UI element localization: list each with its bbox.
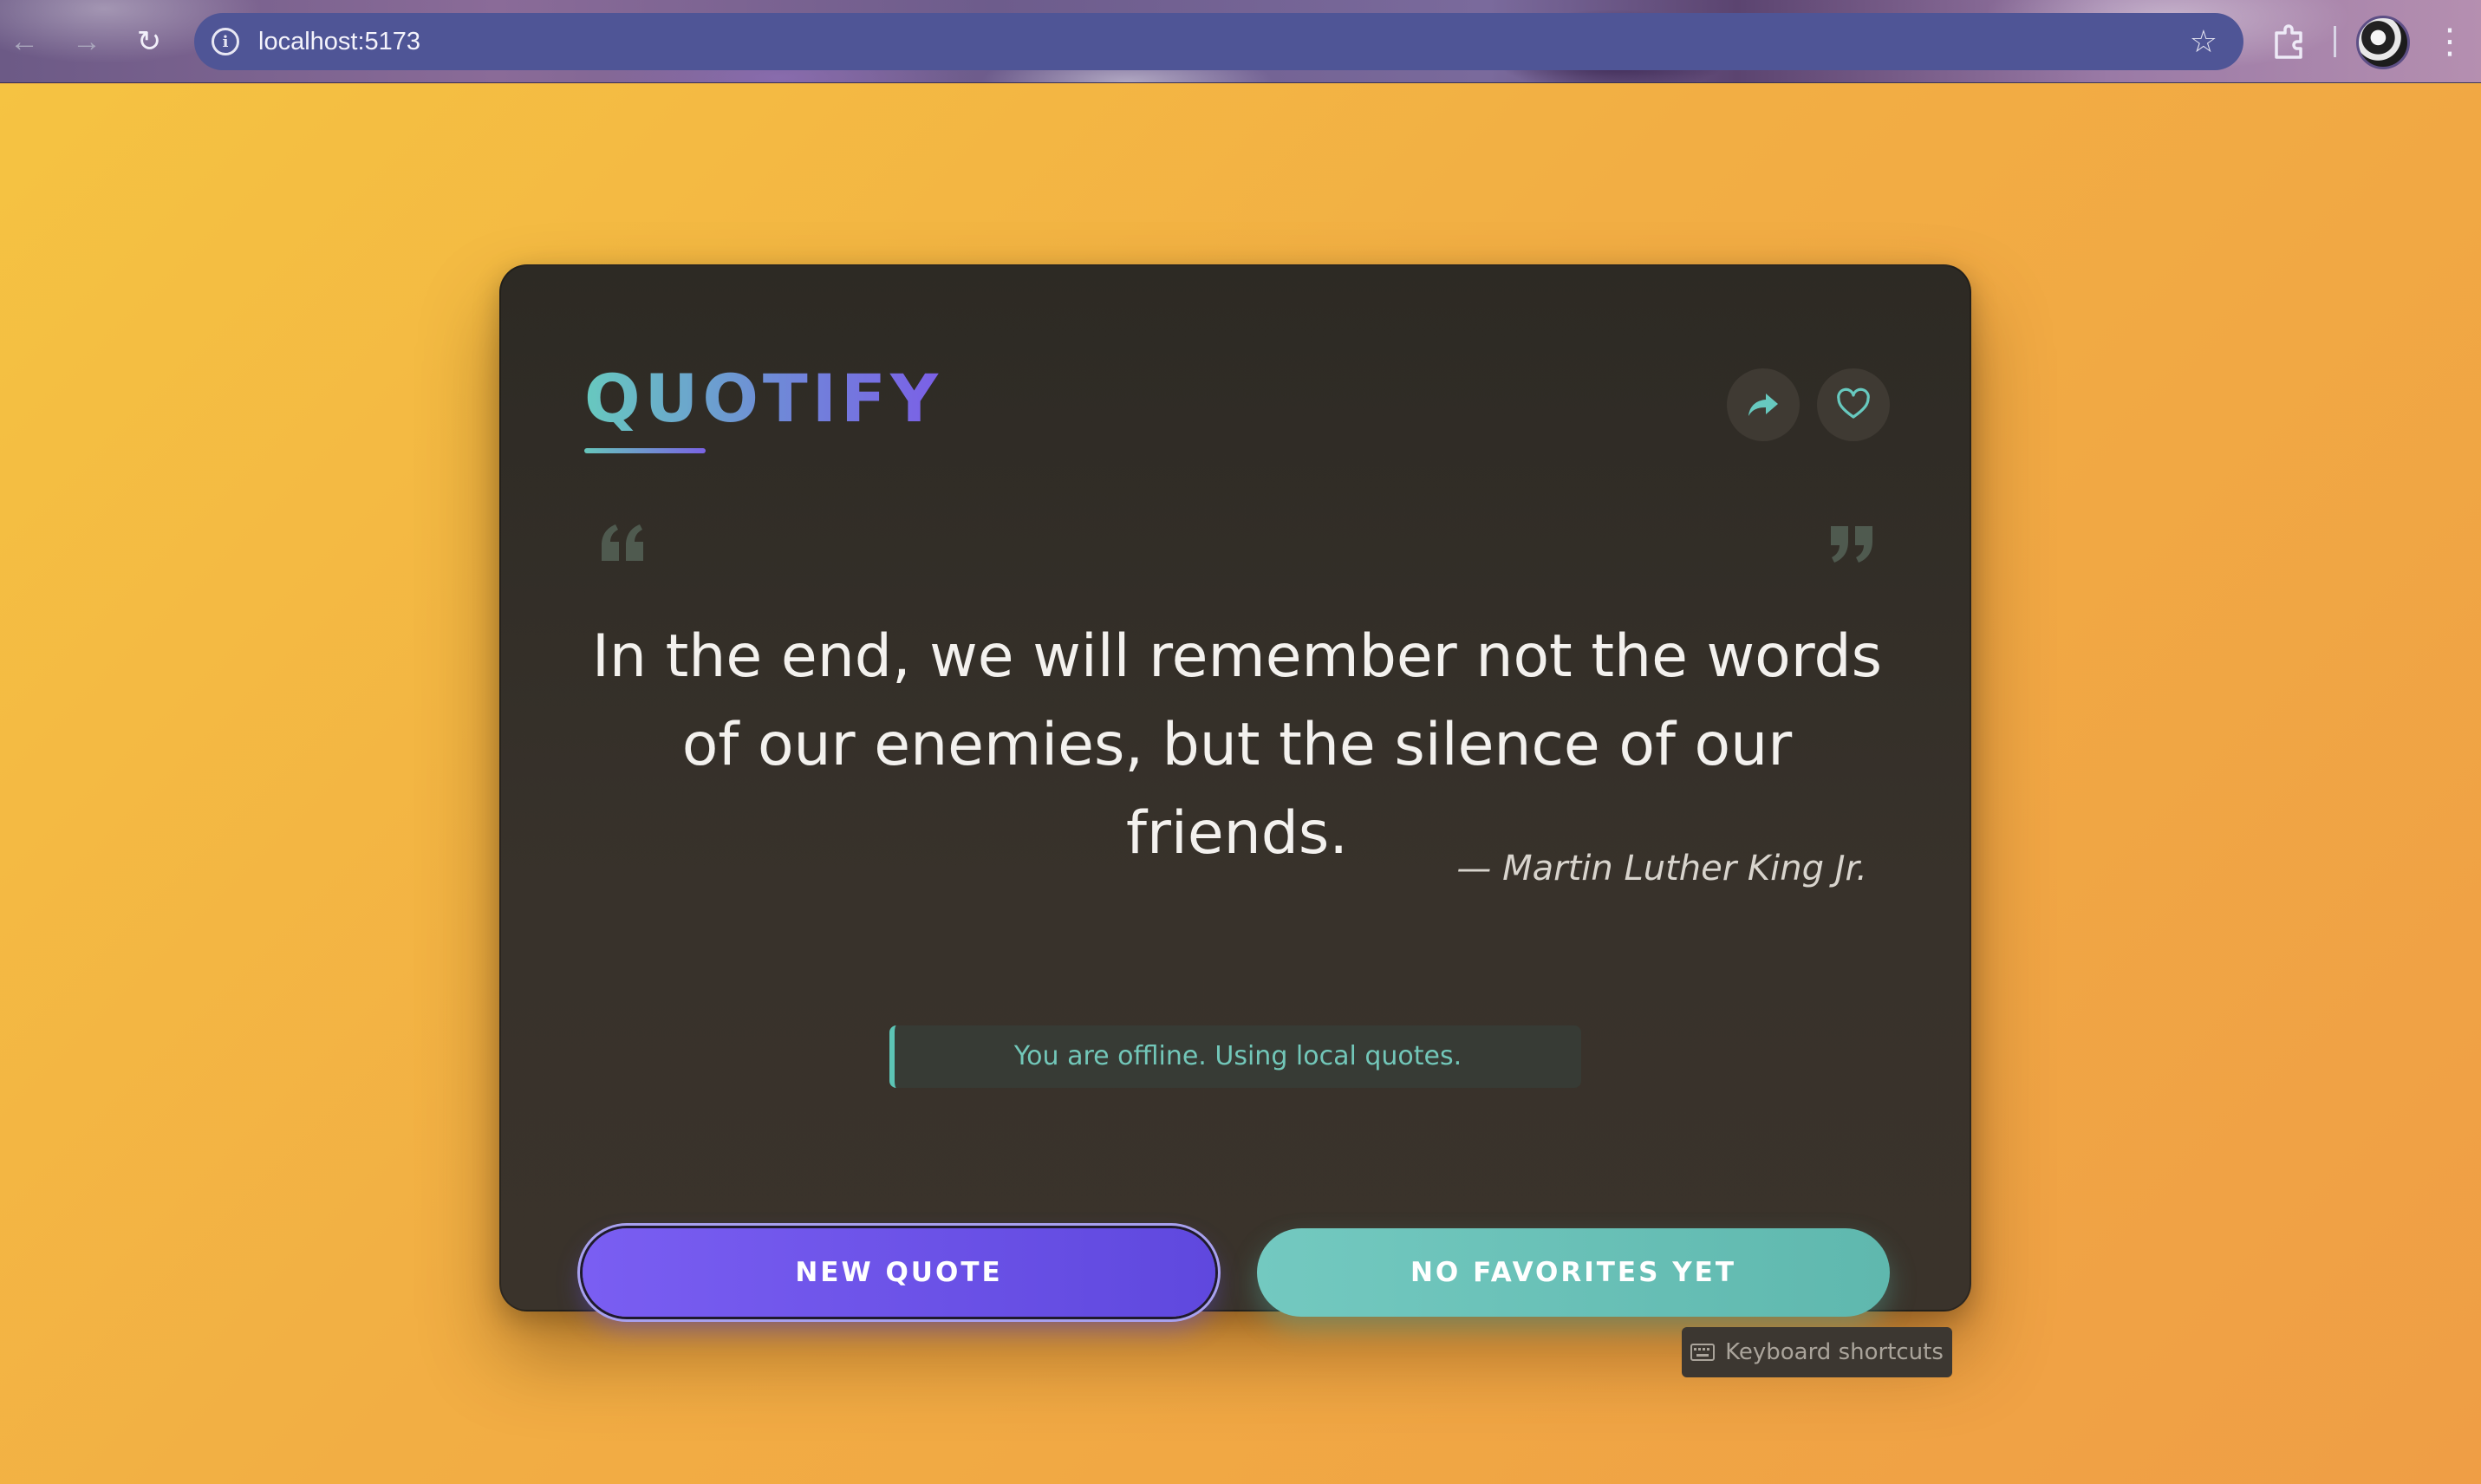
share-arrow-icon xyxy=(1748,394,1778,416)
url-text[interactable]: localhost:5173 xyxy=(258,27,420,56)
page-background: QUOTIFY In the end, we will remember not… xyxy=(0,84,2481,1484)
quote-author: — Martin Luther King Jr. xyxy=(1456,849,1867,888)
arrow-right-icon: → xyxy=(72,25,101,58)
share-button[interactable] xyxy=(1727,368,1800,441)
quote-text: In the end, we will remember not the wor… xyxy=(591,622,1883,868)
toolbar-divider xyxy=(2334,26,2336,57)
new-quote-button[interactable]: NEW QUOTE xyxy=(583,1228,1215,1317)
browser-toolbar: ← → ↻ i localhost:5173 ☆ ⋮ xyxy=(0,0,2481,83)
reload-button[interactable]: ↻ xyxy=(130,23,168,61)
keyboard-icon xyxy=(1690,1344,1716,1361)
puzzle-icon[interactable] xyxy=(2271,21,2309,62)
open-quote-icon xyxy=(602,524,643,561)
favorite-button[interactable] xyxy=(1817,368,1890,441)
arrow-left-icon: ← xyxy=(10,25,39,58)
favorites-button[interactable]: NO FAVORITES YET xyxy=(1257,1228,1890,1317)
keyboard-shortcuts-button[interactable]: Keyboard shortcuts xyxy=(1682,1327,1952,1377)
keyboard-shortcuts-label: Keyboard shortcuts xyxy=(1725,1339,1944,1365)
address-bar[interactable]: i localhost:5173 ☆ xyxy=(194,13,2243,70)
reload-icon: ↻ xyxy=(136,25,162,58)
quote-card: QUOTIFY In the end, we will remember not… xyxy=(499,264,1971,1377)
forward-button[interactable]: → xyxy=(68,23,106,61)
avatar[interactable] xyxy=(2356,16,2410,69)
title-underline xyxy=(584,448,706,453)
kebab-menu-icon[interactable]: ⋮ xyxy=(2432,19,2467,64)
close-quote-icon xyxy=(1831,526,1872,563)
star-icon[interactable]: ☆ xyxy=(2190,23,2217,60)
back-button[interactable]: ← xyxy=(5,23,43,61)
offline-status-banner: You are offline. Using local quotes. xyxy=(889,1025,1581,1088)
heart-icon xyxy=(1837,387,1870,419)
info-icon[interactable]: i xyxy=(212,28,239,55)
app-title: QUOTIFY xyxy=(584,360,942,437)
